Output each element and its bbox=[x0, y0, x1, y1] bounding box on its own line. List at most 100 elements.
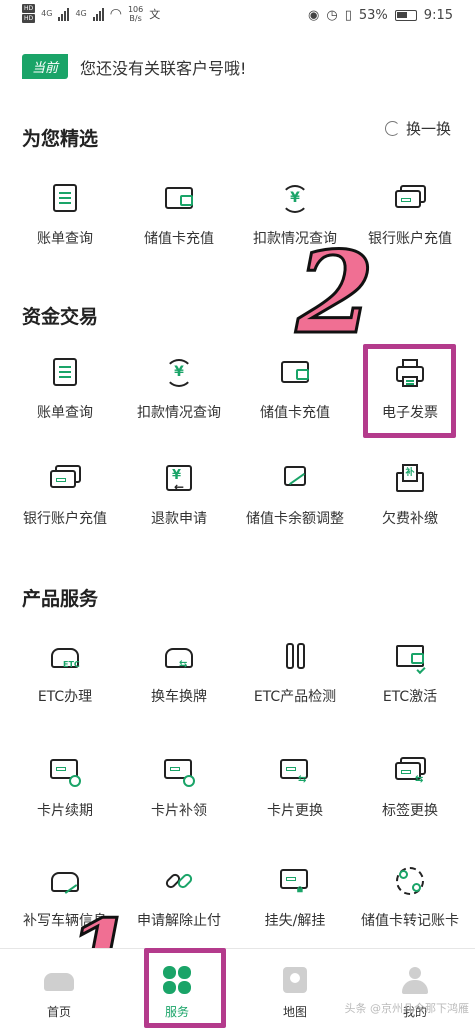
products-item-label: 卡片续期 bbox=[37, 803, 93, 819]
person-icon bbox=[398, 965, 432, 995]
status-left: HD HD 4G 4G ◠ 106 B/s 文 bbox=[22, 4, 160, 23]
network-type-2: 4G bbox=[75, 9, 87, 18]
hd-label-2: HD bbox=[22, 14, 36, 23]
highlight-box-service bbox=[144, 948, 226, 1028]
funds-item-bank-topup[interactable]: 银行账户充值 bbox=[6, 462, 124, 528]
funds-item-balance-adjust[interactable]: 储值卡余额调整 bbox=[236, 462, 354, 528]
speed-unit: B/s bbox=[129, 13, 142, 23]
products-item-label: ETC办理 bbox=[37, 689, 93, 705]
products-item-card-renew[interactable]: 卡片续期 bbox=[6, 754, 124, 820]
funds-item-wallet-topup[interactable]: 储值卡充值 bbox=[236, 356, 354, 422]
bottom-nav: 首页 服务 地图 我的 bbox=[0, 948, 475, 1029]
wallet-icon bbox=[278, 356, 312, 390]
yen-cycle-icon: ¥ bbox=[278, 182, 312, 216]
refresh-icon bbox=[384, 121, 400, 136]
card-reissue-icon bbox=[162, 754, 196, 788]
unlink-icon bbox=[162, 864, 196, 898]
eye-icon: ◉ bbox=[308, 8, 320, 23]
funds-item-arrears[interactable]: 补 欠费补缴 bbox=[351, 462, 469, 528]
account-message: 您还没有关联客户号哦! bbox=[80, 58, 247, 78]
current-badge: 当前 bbox=[22, 54, 69, 79]
featured-item-label: 账单查询 bbox=[37, 231, 93, 247]
products-item-label: 标签更换 bbox=[382, 803, 438, 819]
nav-item-map[interactable]: 地图 bbox=[236, 949, 354, 1029]
featured-item-wallet-topup[interactable]: 储值卡充值 bbox=[120, 182, 238, 248]
products-item-card-lock[interactable]: 🔒︎ 挂失/解挂 bbox=[236, 864, 354, 930]
device-check-icon bbox=[393, 640, 427, 675]
car-edit-icon bbox=[48, 864, 82, 898]
nav-label: 首页 bbox=[46, 1005, 71, 1019]
highlight-box-invoice bbox=[363, 344, 456, 438]
funds-item-label: 储值卡余额调整 bbox=[246, 511, 344, 527]
hd-indicator: HD HD bbox=[22, 4, 36, 23]
alarm-icon: ◷ bbox=[326, 8, 338, 23]
battery-icon bbox=[394, 10, 417, 21]
products-item-label: ETC产品检测 bbox=[253, 689, 337, 705]
funds-item-bill[interactable]: 账单查询 bbox=[6, 356, 124, 422]
funds-item-label: 退款申请 bbox=[151, 511, 207, 527]
funds-item-label: 银行账户充值 bbox=[23, 511, 107, 527]
battery-percent: 53% bbox=[358, 8, 388, 23]
nav-label: 地图 bbox=[282, 1005, 307, 1019]
products-item-unlink[interactable]: 申请解除止付 bbox=[120, 864, 238, 930]
funds-item-deduction-query[interactable]: ¥ 扣款情况查询 bbox=[120, 356, 238, 422]
products-item-etc-check[interactable]: ETC产品检测 bbox=[236, 640, 354, 706]
wifi-icon: ◠ bbox=[109, 5, 122, 22]
vibrate-icon: ▯ bbox=[344, 8, 352, 23]
watermark: 头条 @京州几今那下鸿雁 bbox=[344, 1002, 470, 1015]
network-type-1: 4G bbox=[41, 9, 53, 18]
products-item-label: 申请解除止付 bbox=[137, 913, 221, 929]
nav-item-mine[interactable]: 我的 bbox=[356, 949, 474, 1029]
annotation-number-two: 2 bbox=[295, 228, 376, 359]
yen-cycle-icon: ¥ bbox=[162, 356, 196, 390]
clock: 9:15 bbox=[423, 8, 453, 23]
hd-label-1: HD bbox=[22, 4, 36, 13]
account-bar[interactable]: 当前 您还没有关联客户号哦! bbox=[22, 54, 246, 79]
card-lock-icon: 🔒︎ bbox=[278, 864, 312, 898]
funds-item-label: 欠费补缴 bbox=[382, 511, 438, 527]
speed-value: 106 bbox=[127, 4, 144, 14]
funds-item-refund[interactable]: ¥ ← 退款申请 bbox=[120, 462, 238, 528]
products-item-card-convert[interactable]: 储值卡转记账卡 bbox=[351, 864, 469, 930]
products-item-label: ETC激活 bbox=[382, 689, 438, 705]
funds-item-label: 储值卡充值 bbox=[260, 405, 330, 421]
map-pin-icon bbox=[278, 965, 312, 995]
products-item-car-swap[interactable]: ⇆ 换车换牌 bbox=[120, 640, 238, 706]
etc-car-icon: ETC bbox=[48, 640, 82, 674]
products-item-card-reissue[interactable]: 卡片补领 bbox=[120, 754, 238, 820]
products-item-label: 挂失/解挂 bbox=[264, 913, 326, 929]
wallet-icon bbox=[162, 182, 196, 216]
status-right: ◉ ◷ ▯ 53% 9:15 bbox=[308, 8, 453, 23]
nav-item-home[interactable]: 首页 bbox=[0, 949, 118, 1029]
products-item-etc-activate[interactable]: ETC激活 bbox=[351, 640, 469, 706]
bill-icon bbox=[48, 182, 82, 216]
products-item-label: 卡片更换 bbox=[267, 803, 323, 819]
etc-car-tag: ETC bbox=[63, 660, 80, 669]
products-item-card-swap[interactable]: ⇆ 卡片更换 bbox=[236, 754, 354, 820]
products-item-label: 换车换牌 bbox=[151, 689, 207, 705]
balance-adjust-icon bbox=[278, 462, 312, 496]
products-item-tag-swap[interactable]: ⇆ 标签更换 bbox=[351, 754, 469, 820]
card-swap-icon: ⇆ bbox=[278, 754, 312, 788]
refresh-button[interactable]: 换一换 bbox=[384, 118, 451, 139]
bill-icon bbox=[48, 356, 82, 390]
featured-section-title: 为您精选 bbox=[22, 128, 99, 150]
notification-icon: 文 bbox=[149, 7, 161, 21]
network-speed: 106 B/s bbox=[128, 5, 143, 23]
bank-card-icon bbox=[48, 462, 82, 496]
arrears-envelope-icon: 补 bbox=[393, 462, 427, 496]
products-section-title: 产品服务 bbox=[22, 588, 99, 610]
signal-icon bbox=[58, 7, 70, 21]
card-convert-icon bbox=[393, 864, 427, 898]
products-item-label: 卡片补领 bbox=[151, 803, 207, 819]
products-item-etc-apply[interactable]: ETC ETC办理 bbox=[6, 640, 124, 706]
products-item-label: 储值卡转记账卡 bbox=[361, 913, 459, 929]
bank-card-icon bbox=[393, 182, 427, 216]
tools-icon bbox=[278, 640, 312, 674]
funds-section-title: 资金交易 bbox=[22, 306, 99, 328]
signal-icon-2 bbox=[92, 7, 104, 21]
home-car-icon bbox=[42, 965, 76, 995]
featured-item-bill[interactable]: 账单查询 bbox=[6, 182, 124, 248]
car-swap-icon: ⇆ bbox=[162, 640, 196, 674]
funds-item-label: 扣款情况查询 bbox=[137, 405, 221, 421]
